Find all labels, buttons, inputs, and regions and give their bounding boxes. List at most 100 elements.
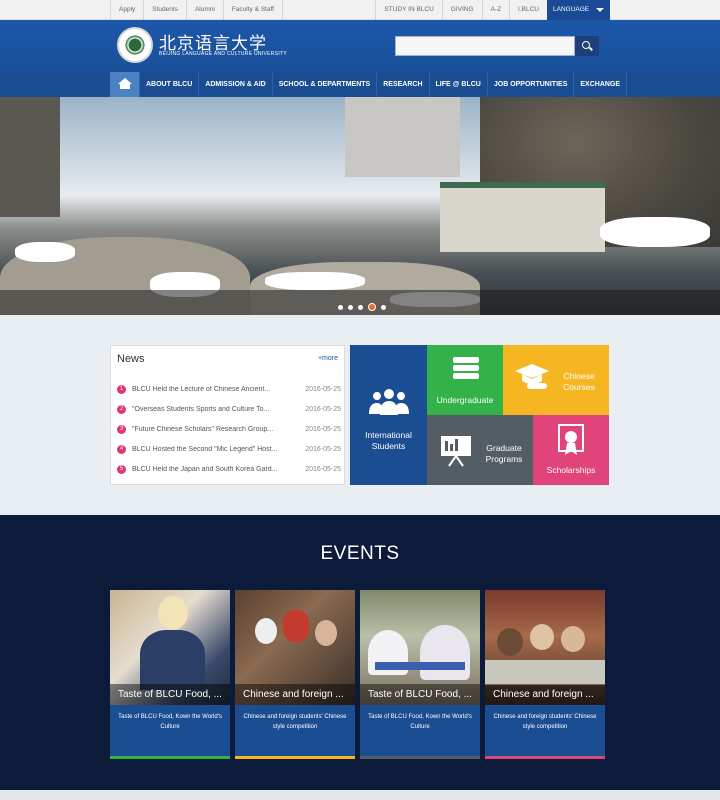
news-date: 2016-05-25 (305, 425, 341, 433)
news-number: 4 (117, 444, 126, 454)
photo-subject (140, 630, 205, 690)
audience-links: Apply Students Alumni Faculty & Staff (110, 0, 283, 20)
tile-undergraduate[interactable]: Undergraduate (427, 345, 503, 415)
language-label: LANGUAGE (553, 6, 590, 13)
link-apply[interactable]: Apply (110, 0, 145, 20)
link-giving[interactable]: GIVING (441, 0, 482, 20)
slide-dot-active[interactable] (368, 303, 376, 311)
link-iblcu[interactable]: I.BLCU (509, 0, 547, 20)
link-a-z[interactable]: A-Z (481, 0, 509, 20)
event-description[interactable]: Taste of BLCU Food, Kown the World's Cul… (114, 712, 226, 732)
quick-links: STUDY IN BLCU GIVING A-Z I.BLCU (375, 0, 547, 20)
main-nav: ABOUT BLCU ADMISSION & AID SCHOOL & DEPA… (0, 72, 720, 97)
event-accent-bar (360, 756, 480, 759)
hero-building-left (0, 97, 60, 217)
event-description[interactable]: Taste of BLCU Food, Kown the World's Cul… (364, 712, 476, 732)
news-date: 2016-05-25 (305, 445, 341, 453)
slide-indicators (338, 303, 386, 311)
news-more-link[interactable]: +more (318, 355, 338, 362)
news-item[interactable]: 3 "Future Chinese Scholars" Research Grou… (117, 419, 341, 439)
events-title: EVENTS (320, 543, 400, 564)
photo-detail (375, 662, 465, 670)
link-faculty-staff[interactable]: Faculty & Staff (224, 0, 283, 20)
hero-slideshow[interactable] (0, 97, 720, 315)
news-number: 3 (117, 424, 126, 434)
event-description[interactable]: Chinese and foreign students' Chinese st… (489, 712, 601, 732)
graduation-cap-icon (515, 364, 549, 389)
slide-dot[interactable] (348, 304, 353, 310)
news-date: 2016-05-25 (305, 385, 341, 393)
people-icon (369, 389, 409, 415)
tile-international-label: International Students (365, 430, 412, 451)
hero-building (345, 97, 460, 177)
link-alumni[interactable]: Alumni (187, 0, 224, 20)
events-section: EVENTS Taste of BLCU Food, ... Taste of … (0, 515, 720, 800)
photo-table (485, 660, 605, 685)
photo-subject (420, 625, 470, 680)
tile-chinese-courses-label: Chinese Courses (563, 371, 595, 392)
tile-chinese-courses[interactable]: Chinese Courses (503, 345, 609, 415)
event-accent-bar (485, 756, 605, 759)
news-title: News (117, 353, 145, 365)
news-item[interactable]: 1 BLCU Held the Lecture of Chinese Ancien… (117, 379, 341, 399)
news-item[interactable]: 4 BLCU Hosted the Second "Mic Legend" Hos… (117, 439, 341, 459)
slide-dot[interactable] (338, 304, 343, 310)
presentation-board-icon (441, 436, 471, 467)
event-caption: Chinese and foreign ... (235, 684, 355, 705)
tile-scholarships[interactable]: Scholarships (533, 415, 609, 485)
news-date: 2016-05-25 (305, 465, 341, 473)
tile-scholarships-label: Scholarships (546, 465, 596, 475)
nav-admission[interactable]: ADMISSION & AID (199, 72, 273, 97)
news-headline[interactable]: BLCU Held the Lecture of Chinese Ancient… (132, 386, 296, 393)
news-item[interactable]: 2 "Overseas Students Sports and Culture T… (117, 399, 341, 419)
search-input[interactable] (395, 36, 575, 56)
news-headline[interactable]: BLCU Held the Japan and South Korea Gard… (132, 466, 296, 473)
tile-graduate-label: Graduate Programs (485, 443, 523, 464)
nav-school[interactable]: SCHOOL & DEPARTMENTS (273, 72, 378, 97)
event-card[interactable]: Chinese and foreign ... Chinese and fore… (485, 590, 605, 759)
logo-english-name[interactable]: BEIJING LANGUAGE AND CULTURE UNIVERSITY (159, 51, 287, 57)
hero-snow (600, 217, 710, 247)
photo-subject (497, 628, 523, 656)
event-card[interactable]: Chinese and foreign ... Chinese and fore… (235, 590, 355, 759)
slide-dot[interactable] (381, 304, 386, 310)
nav-jobs[interactable]: JOB OPPORTUNITIES (488, 72, 575, 97)
event-accent-bar (110, 756, 230, 759)
utility-bar: Apply Students Alumni Faculty & Staff ST… (0, 0, 720, 20)
news-item[interactable]: 5 BLCU Held the Japan and South Korea Gar… (117, 459, 341, 479)
tile-undergraduate-label: Undergraduate (436, 395, 494, 405)
news-headline[interactable]: "Future Chinese Scholars" Research Group… (132, 426, 296, 433)
nav-exchange[interactable]: EXCHANGE (574, 72, 628, 97)
photo-subject (255, 618, 277, 644)
certificate-icon (558, 424, 584, 455)
event-description[interactable]: Chinese and foreign students' Chinese st… (239, 712, 351, 732)
news-headline[interactable]: BLCU Hosted the Second "Mic Legend" Host… (132, 446, 296, 453)
event-card[interactable]: Taste of BLCU Food, ... Taste of BLCU Fo… (360, 590, 480, 759)
nav-research[interactable]: RESEARCH (377, 72, 430, 97)
home-icon[interactable] (110, 72, 140, 97)
event-caption: Chinese and foreign ... (485, 684, 605, 705)
slide-dot[interactable] (358, 304, 363, 310)
search-button[interactable] (575, 36, 599, 56)
language-dropdown[interactable]: LANGUAGE (547, 0, 610, 20)
news-panel: News +more 1 BLCU Held the Lecture of Chi… (110, 345, 345, 485)
news-headline[interactable]: "Overseas Students Sports and Culture To… (132, 406, 296, 413)
photo-subject (315, 620, 337, 646)
event-card[interactable]: Taste of BLCU Food, ... Taste of BLCU Fo… (110, 590, 230, 759)
link-study-in-blcu[interactable]: STUDY IN BLCU (375, 0, 441, 20)
photo-subject (158, 596, 188, 630)
photo-subject (530, 624, 554, 650)
news-number: 2 (117, 404, 126, 414)
event-accent-bar (235, 756, 355, 759)
university-seal-icon[interactable] (117, 27, 153, 63)
nav-about[interactable]: ABOUT BLCU (140, 72, 200, 97)
tile-graduate-programs[interactable]: Graduate Programs (427, 415, 533, 485)
tile-international-students[interactable]: International Students (350, 345, 427, 485)
hero-snow (15, 242, 75, 262)
link-students[interactable]: Students (144, 0, 187, 20)
event-caption: Taste of BLCU Food, ... (360, 684, 480, 705)
photo-subject (561, 626, 585, 652)
hero-snow (265, 272, 365, 290)
hero-wall (440, 182, 605, 252)
nav-life[interactable]: LIFE @ BLCU (430, 72, 488, 97)
